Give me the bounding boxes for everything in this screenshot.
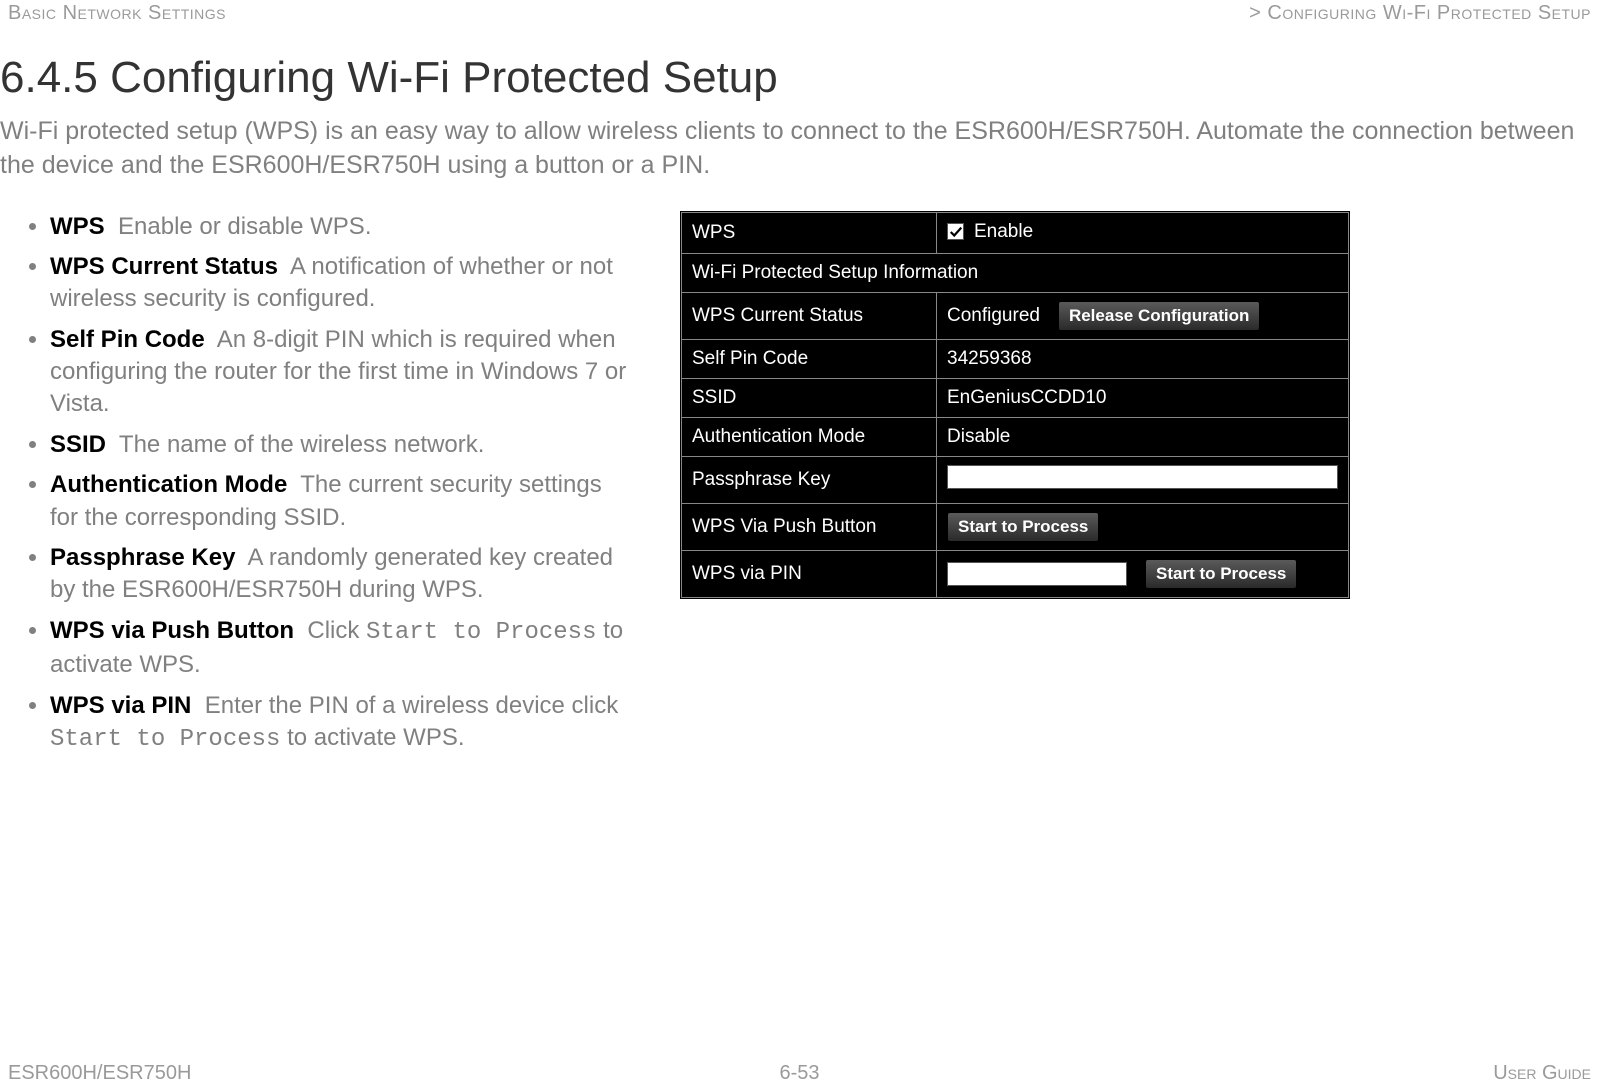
definition-list: WPS Enable or disable WPS. WPS Current S…: [0, 211, 640, 765]
list-item: SSID The name of the wireless network.: [50, 429, 640, 461]
check-icon: [949, 225, 963, 239]
ssid-label: SSID: [682, 378, 937, 417]
wps-enable-checkbox[interactable]: [947, 223, 964, 240]
term: Authentication Mode: [50, 471, 287, 498]
footer-left: ESR600H/ESR750H: [8, 1062, 191, 1085]
list-item: WPS via Push Button Click Start to Proce…: [50, 615, 640, 682]
term: Passphrase Key: [50, 544, 235, 571]
wps-pin-label: WPS via PIN: [682, 550, 937, 597]
term: WPS Current Status: [50, 253, 278, 280]
table-row: WPS Enable: [682, 212, 1349, 253]
status-value: Configured: [947, 305, 1040, 327]
footer-right: User Guide: [1493, 1062, 1591, 1085]
self-pin-label: Self Pin Code: [682, 339, 937, 378]
header-right: > Configuring Wi-Fi Protected Setup: [1249, 0, 1591, 25]
table-row: Authentication Mode Disable: [682, 417, 1349, 456]
list-item: Passphrase Key A randomly generated key …: [50, 542, 640, 607]
definition-pre: Click: [307, 617, 366, 644]
release-configuration-button[interactable]: Release Configuration: [1058, 301, 1260, 331]
auth-mode-value: Disable: [937, 417, 1349, 456]
list-item: WPS via PIN Enter the PIN of a wireless …: [50, 690, 640, 757]
table-row: Wi-Fi Protected Setup Information: [682, 253, 1349, 292]
list-item: Self Pin Code An 8-digit PIN which is re…: [50, 324, 640, 421]
definition-pre: Enter the PIN of a wireless device click: [205, 692, 619, 719]
footer-center: 6-53: [779, 1062, 819, 1085]
page-footer: ESR600H/ESR750H 6-53 User Guide: [0, 1062, 1599, 1085]
page-title: 6.4.5 Configuring Wi-Fi Protected Setup: [0, 25, 1599, 115]
definition-post: to activate WPS.: [280, 724, 464, 751]
definition: The name of the wireless network.: [119, 431, 485, 458]
table-row: Passphrase Key: [682, 456, 1349, 503]
term: SSID: [50, 431, 106, 458]
wps-pin-input[interactable]: [947, 562, 1127, 586]
header-left: Basic Network Settings: [8, 0, 226, 25]
status-label: WPS Current Status: [682, 292, 937, 339]
definition: Enable or disable WPS.: [118, 213, 371, 240]
wps-label: WPS: [682, 212, 937, 253]
list-item: Authentication Mode The current security…: [50, 469, 640, 534]
page-header: Basic Network Settings > Configuring Wi-…: [0, 0, 1599, 25]
table-row: WPS Current Status Configured Release Co…: [682, 292, 1349, 339]
auth-mode-label: Authentication Mode: [682, 417, 937, 456]
term: WPS: [50, 213, 105, 240]
list-item: WPS Enable or disable WPS.: [50, 211, 640, 243]
table-row: WPS Via Push Button Start to Process: [682, 503, 1349, 550]
table-row: SSID EnGeniusCCDD10: [682, 378, 1349, 417]
self-pin-value: 34259368: [937, 339, 1349, 378]
list-item: WPS Current Status A notification of whe…: [50, 251, 640, 316]
passphrase-label: Passphrase Key: [682, 456, 937, 503]
term: WPS via PIN: [50, 692, 191, 719]
ssid-value: EnGeniusCCDD10: [937, 378, 1349, 417]
router-ui-screenshot: WPS Enable Wi-Fi Protected Setup Informa…: [680, 211, 1350, 599]
push-button-label: WPS Via Push Button: [682, 503, 937, 550]
start-process-push-button[interactable]: Start to Process: [947, 512, 1099, 542]
definition-code: Start to Process: [50, 726, 280, 753]
section-heading: Wi-Fi Protected Setup Information: [682, 253, 1349, 292]
term: WPS via Push Button: [50, 617, 294, 644]
wps-enable-label: Enable: [974, 221, 1033, 243]
term: Self Pin Code: [50, 326, 205, 353]
table-row: WPS via PIN Start to Process: [682, 550, 1349, 597]
definition-code: Start to Process: [366, 619, 596, 646]
passphrase-input[interactable]: [947, 465, 1338, 489]
lead-paragraph: Wi-Fi protected setup (WPS) is an easy w…: [0, 115, 1599, 183]
table-row: Self Pin Code 34259368: [682, 339, 1349, 378]
start-process-pin-button[interactable]: Start to Process: [1145, 559, 1297, 589]
